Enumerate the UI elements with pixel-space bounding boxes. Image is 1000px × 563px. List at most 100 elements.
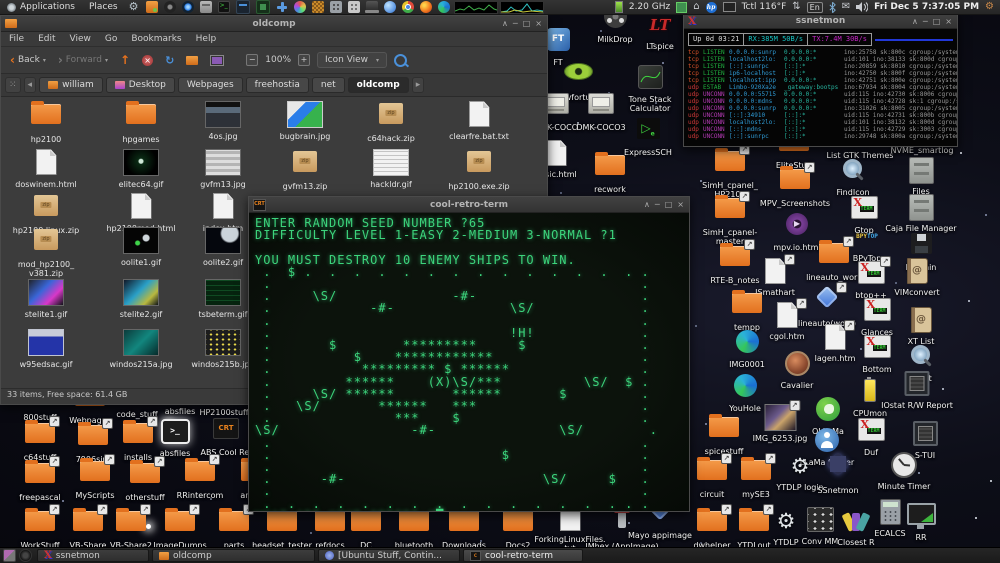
taskbar-window-cool-retro-term[interactable]: Ccool-retro-term bbox=[463, 549, 583, 562]
restore-icon[interactable]: ─ bbox=[513, 19, 518, 28]
menu-file[interactable]: File bbox=[3, 33, 30, 45]
computer-button[interactable] bbox=[205, 53, 229, 68]
laptop-launcher-icon[interactable] bbox=[366, 1, 378, 13]
terminal-screen[interactable]: ENTER RANDOM SEED NUMBER ?65 DIFFICULTY … bbox=[249, 213, 689, 511]
forward-button[interactable]: › Forward ▾ bbox=[53, 53, 113, 67]
file-oolite1-gif[interactable]: oolite1.gif bbox=[99, 225, 183, 267]
restore-icon[interactable]: ─ bbox=[923, 17, 928, 26]
screenshot-launcher-icon[interactable] bbox=[256, 0, 270, 14]
volume-icon[interactable] bbox=[856, 2, 868, 12]
monitor-launcher-icon[interactable] bbox=[236, 0, 250, 14]
close-icon[interactable]: × bbox=[535, 19, 542, 28]
breadcrumb-right-icon[interactable]: ▸ bbox=[412, 77, 425, 93]
zoom-out-button[interactable]: − bbox=[241, 52, 263, 68]
file-hp2100[interactable]: hp2100 bbox=[4, 99, 88, 144]
taskbar-window-ubuntu-stuff-contin[interactable]: [Ubuntu Stuff, Contin... bbox=[318, 549, 460, 562]
taskbar-applet-icon[interactable] bbox=[19, 549, 32, 562]
desktop-icon-freepascal[interactable]: ↗freepascal bbox=[10, 458, 70, 502]
mail-launcher-icon[interactable] bbox=[384, 1, 396, 13]
chrome-launcher-icon[interactable] bbox=[402, 1, 414, 13]
display-icon[interactable] bbox=[723, 2, 736, 12]
maximize-icon[interactable]: □ bbox=[523, 19, 531, 28]
view-mode-select[interactable]: Icon View ▾ bbox=[317, 52, 387, 68]
home-button[interactable] bbox=[181, 54, 203, 67]
folder-launcher-icon[interactable] bbox=[146, 1, 158, 13]
file-mod-hp2100-v381-zip[interactable]: zipmod_hp2100_v381.zip bbox=[4, 225, 88, 278]
desktop-icon-iostat-r-w-report[interactable]: IOstat R/W Report bbox=[870, 368, 965, 410]
home-icon[interactable]: ⌂ bbox=[693, 1, 699, 13]
menu-view[interactable]: View bbox=[64, 33, 97, 45]
stop-button[interactable]: × bbox=[137, 53, 158, 68]
desktop-icon-mpv-screenshots[interactable]: ↗MPV_Screenshots bbox=[751, 164, 839, 208]
desktop-icon-cavalier[interactable]: Cavalier bbox=[767, 348, 827, 390]
desktop-icon-otherstuff[interactable]: ↗otherstuff bbox=[115, 458, 175, 502]
taskbar-window-ssnetmon[interactable]: Xssnetmon bbox=[37, 549, 149, 562]
file-hackldr-gif[interactable]: hackldr.gif bbox=[349, 147, 433, 189]
file-windos215a-jpg[interactable]: windos215a.jpg bbox=[99, 327, 183, 369]
terminal-launcher-icon[interactable] bbox=[218, 1, 230, 13]
palette-launcher-icon[interactable] bbox=[294, 1, 306, 13]
file-doswinem-html[interactable]: doswinem.html bbox=[4, 147, 88, 189]
file-stelite2-gif[interactable]: stelite2.gif bbox=[99, 277, 183, 319]
maximize-icon[interactable]: □ bbox=[665, 200, 673, 209]
file-hpgames[interactable]: hpgames bbox=[99, 99, 183, 144]
bluetooth-icon[interactable] bbox=[829, 2, 836, 13]
file-stelite1-gif[interactable]: stelite1.gif bbox=[4, 277, 88, 319]
file-elitec64-gif[interactable]: elitec64.gif bbox=[99, 147, 183, 189]
netmon-titlebar[interactable]: X ssnetmon ∧ ─ □ × bbox=[684, 14, 957, 29]
desktop-icon-rr[interactable]: RR bbox=[891, 500, 951, 542]
file-gvfm13-zip[interactable]: zipgvfm13.zip bbox=[263, 147, 347, 191]
menu-go[interactable]: Go bbox=[99, 33, 123, 45]
places-menu[interactable]: Places bbox=[82, 0, 125, 14]
restore-icon[interactable]: ─ bbox=[655, 200, 660, 209]
breadcrumb-william[interactable]: william bbox=[39, 77, 103, 93]
keypad-launcher-icon[interactable] bbox=[348, 1, 360, 13]
zoom-in-button[interactable]: + bbox=[293, 52, 315, 68]
menu-help[interactable]: Help bbox=[190, 33, 223, 45]
breadcrumb-net[interactable]: net bbox=[312, 77, 345, 93]
clock[interactable]: Fri Dec 5 7:37:05 PM bbox=[874, 2, 979, 12]
net-graph-icon[interactable] bbox=[500, 1, 544, 14]
archive-launcher-icon[interactable] bbox=[200, 1, 212, 13]
file-c64hack-zip[interactable]: zipc64hack.zip bbox=[349, 99, 433, 143]
media-launcher-icon[interactable] bbox=[164, 1, 176, 13]
file-clearfre-bat-txt[interactable]: clearfre.bat.txt bbox=[437, 99, 521, 141]
keyboard-layout[interactable]: En bbox=[807, 2, 823, 13]
file-manager-titlebar[interactable]: oldcomp ∧ ─ □ × bbox=[1, 16, 547, 32]
file-w95edsac-gif[interactable]: w95edsac.gif bbox=[4, 327, 88, 369]
close-icon[interactable]: × bbox=[945, 17, 952, 26]
hp-logo-icon[interactable]: hp bbox=[706, 2, 717, 13]
breadcrumb-freehostia[interactable]: freehostia bbox=[246, 77, 309, 93]
desktop-icon-minute-timer[interactable]: Minute Timer bbox=[864, 450, 944, 491]
search-button[interactable] bbox=[389, 52, 412, 69]
refresh-button[interactable]: ↻ bbox=[160, 52, 179, 69]
file-bugbrain-jpg[interactable]: bugbrain.jpg bbox=[263, 99, 347, 141]
minimize-icon[interactable]: ∧ bbox=[644, 200, 650, 209]
path-toggle-button[interactable]: ⁙ bbox=[5, 77, 21, 93]
new-launcher-icon[interactable] bbox=[276, 1, 288, 13]
breadcrumb-desktop[interactable]: Desktop bbox=[106, 77, 175, 93]
firefox-launcher-icon[interactable] bbox=[420, 1, 432, 13]
power-gear-icon[interactable]: ⚙ bbox=[985, 1, 994, 13]
battery-icon[interactable] bbox=[615, 1, 623, 13]
terminal-titlebar[interactable]: CRT cool-retro-term ∧ ─ □ × bbox=[249, 197, 689, 213]
show-desktop-icon[interactable] bbox=[3, 549, 16, 562]
desktop-icon-rrintercom[interactable]: ↗RRintercom bbox=[168, 456, 232, 500]
up-button[interactable]: ↑ bbox=[115, 53, 135, 67]
calculator-launcher-icon[interactable] bbox=[330, 1, 342, 13]
taskbar-window-oldcomp[interactable]: oldcomp bbox=[152, 549, 315, 562]
breadcrumb-left-icon[interactable]: ◂ bbox=[24, 77, 37, 93]
minimize-icon[interactable]: ∧ bbox=[912, 17, 918, 26]
cpu-graph-icon[interactable] bbox=[454, 1, 498, 14]
desktop-icon-c64stuff[interactable]: ↗c64stuff bbox=[10, 418, 70, 462]
photos-launcher-icon[interactable] bbox=[182, 1, 194, 13]
desktop-icon-ltspice[interactable]: LTLTspice bbox=[630, 12, 690, 51]
edge-launcher-icon[interactable] bbox=[438, 1, 450, 13]
menu-bookmarks[interactable]: Bookmarks bbox=[125, 33, 187, 45]
maximize-icon[interactable]: □ bbox=[933, 17, 941, 26]
breadcrumb-webpages[interactable]: Webpages bbox=[178, 77, 243, 93]
desktop-icon-recwork[interactable]: recwork bbox=[580, 150, 640, 194]
mosaic-launcher-icon[interactable] bbox=[312, 1, 324, 13]
updown-arrows-icon[interactable]: ⇅ bbox=[792, 1, 800, 13]
applications-menu[interactable]: Applications bbox=[0, 0, 82, 14]
